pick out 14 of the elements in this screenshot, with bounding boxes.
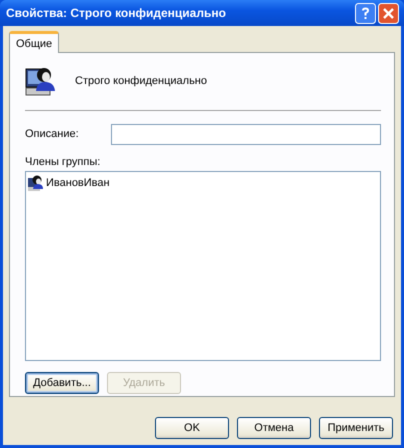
member-name[interactable]: ИвановИван <box>45 176 111 188</box>
members-label: Члены группы: <box>25 156 102 168</box>
dialog-button[interactable]: Применить <box>319 417 393 439</box>
close-icon[interactable] <box>378 2 399 24</box>
description-field[interactable] <box>111 124 381 144</box>
help-icon[interactable] <box>355 2 376 24</box>
window-title: Свойства: Строго конфиденциально <box>6 6 227 20</box>
description-label: Описание: <box>25 128 80 140</box>
group-name: Строго конфиденциально <box>75 75 207 87</box>
user-icon <box>28 174 44 190</box>
member-button[interactable]: Добавить... <box>25 372 99 394</box>
dialog-button[interactable]: OK <box>155 417 229 439</box>
tab[interactable]: Общие <box>9 31 60 53</box>
dialog-button[interactable]: Отмена <box>237 417 311 439</box>
